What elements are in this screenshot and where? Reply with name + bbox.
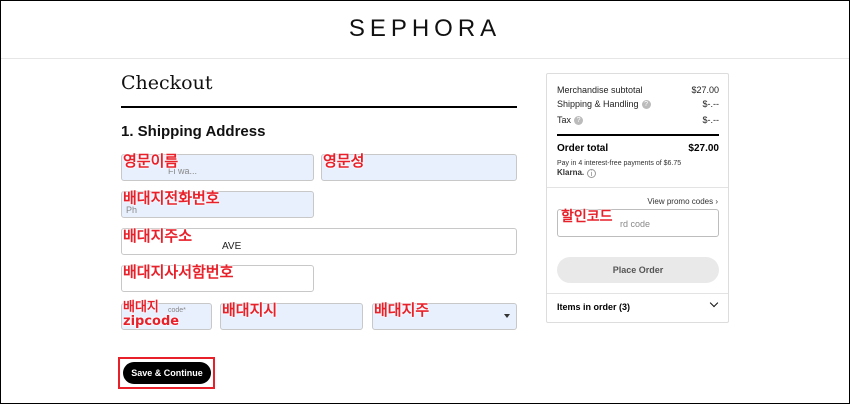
help-icon[interactable]: ? xyxy=(641,100,651,110)
city-annotation: 배대지시 xyxy=(222,301,278,319)
order-summary: Merchandise subtotal $27.00 Shipping & H… xyxy=(546,73,729,323)
tax-row: Tax? $-.-- xyxy=(557,115,720,126)
klarna-message: Pay in 4 interest-free payments of $6.75… xyxy=(557,159,681,178)
zip-annotation-line2: zipcode xyxy=(123,313,180,329)
order-total-amount: $27.00 xyxy=(688,143,719,154)
address-line2-annotation: 배대지사서함번호 xyxy=(123,263,234,281)
tax-amount: $-.-- xyxy=(702,115,720,125)
view-promo-codes-label: View promo codes xyxy=(647,197,714,206)
state-annotation: 배대지주 xyxy=(374,301,430,319)
info-icon[interactable]: i xyxy=(587,168,597,178)
items-in-order-toggle[interactable]: Items in order (3) xyxy=(557,298,719,312)
merchandise-amount: $27.00 xyxy=(691,85,719,95)
chevron-down-icon xyxy=(504,314,510,318)
tax-label: Tax xyxy=(557,115,572,125)
zip-annotation-line1: 배대지 xyxy=(123,300,159,315)
view-promo-codes-link[interactable]: View promo codes › xyxy=(647,197,718,206)
site-header: SEPHORA xyxy=(1,1,849,59)
chevron-right-icon: › xyxy=(715,197,718,206)
summary-divider xyxy=(547,187,728,188)
phone-annotation: 배대지전화번호 xyxy=(123,189,220,207)
first-name-annotation: 영문이름 xyxy=(123,152,179,170)
zip-annotation: 배대지 zipcode xyxy=(123,300,180,329)
address-value: AVE xyxy=(222,241,242,252)
promo-placeholder: rd code xyxy=(620,219,651,229)
total-divider xyxy=(557,134,719,136)
order-total-row: Order total $27.00 xyxy=(557,143,719,154)
place-order-button[interactable]: Place Order xyxy=(557,257,719,283)
chevron-down-icon xyxy=(709,298,719,308)
title-divider xyxy=(121,106,517,108)
help-icon[interactable]: ? xyxy=(574,116,584,126)
promo-annotation: 할인코드 xyxy=(561,209,613,225)
klarna-text: Pay in 4 interest-free payments of $6.75 xyxy=(557,160,682,167)
page-title: Checkout xyxy=(121,72,213,94)
shipping-label: Shipping & Handling xyxy=(557,99,639,109)
klarna-logo: Klarna. xyxy=(557,168,585,178)
summary-divider xyxy=(547,293,728,294)
merchandise-row: Merchandise subtotal $27.00 xyxy=(557,85,719,95)
last-name-annotation: 영문성 xyxy=(323,152,365,170)
shipping-row: Shipping & Handling? $-.-- xyxy=(557,99,720,110)
section-title: 1. Shipping Address xyxy=(121,123,266,140)
address-annotation: 배대지주소 xyxy=(123,227,193,245)
save-continue-button[interactable]: Save & Continue xyxy=(123,362,211,384)
merchandise-label: Merchandise subtotal xyxy=(557,85,643,95)
order-total-label: Order total xyxy=(557,143,609,154)
sephora-logo[interactable]: SEPHORA xyxy=(1,15,849,43)
items-in-order-label: Items in order (3) xyxy=(557,302,631,312)
shipping-amount: $-.-- xyxy=(702,99,720,109)
